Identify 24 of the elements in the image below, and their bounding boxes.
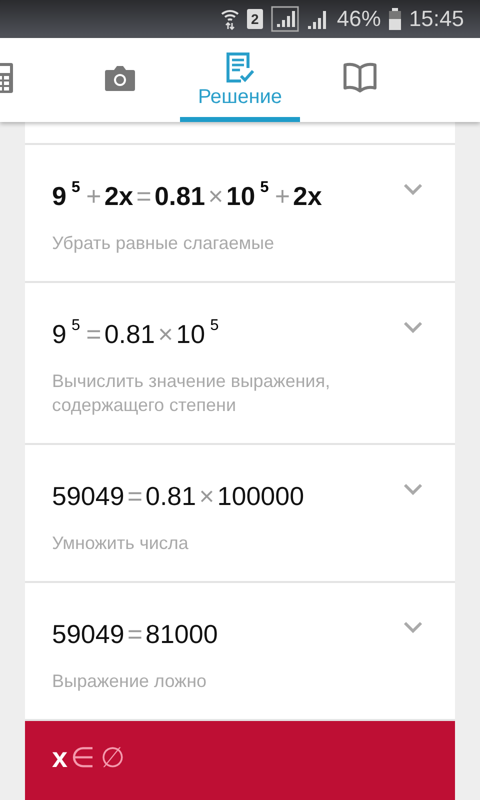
clock: 15:45 bbox=[408, 6, 464, 32]
battery-icon bbox=[388, 8, 401, 30]
chevron-down-icon[interactable] bbox=[403, 483, 423, 495]
book-icon bbox=[343, 62, 377, 94]
sim-badge: 2 bbox=[246, 9, 263, 29]
signal-icon bbox=[270, 6, 299, 32]
chevron-down-icon[interactable] bbox=[403, 621, 423, 633]
equation: 9 $^{5}$ =0.81×10 $^{5}$ bbox=[52, 317, 220, 351]
equation: 59049=0.81×100000 bbox=[52, 480, 304, 513]
chevron-down-icon[interactable] bbox=[403, 183, 423, 195]
equation: 59049=81000 bbox=[52, 618, 218, 651]
answer-equation: x∈ ∅ bbox=[52, 741, 126, 775]
wifi-icon bbox=[220, 8, 239, 30]
solution-tab[interactable]: Решение bbox=[180, 38, 300, 122]
battery-percent: 46% bbox=[336, 6, 381, 32]
step-description: Умножить числа bbox=[52, 532, 188, 555]
step-description: Убрать равные слагаемые bbox=[52, 232, 274, 255]
checked-list-icon bbox=[225, 52, 255, 84]
step-description: Выражение ложно bbox=[52, 670, 207, 693]
camera-icon bbox=[104, 64, 136, 92]
equation: 9 $^{5}$ +2x=0.81×10 $^{5}$ +2x bbox=[52, 179, 322, 213]
signal-icon bbox=[306, 8, 329, 30]
chevron-down-icon[interactable] bbox=[403, 321, 423, 333]
step-description: Вычислить значение выражения, содержащего степени bbox=[52, 370, 332, 417]
